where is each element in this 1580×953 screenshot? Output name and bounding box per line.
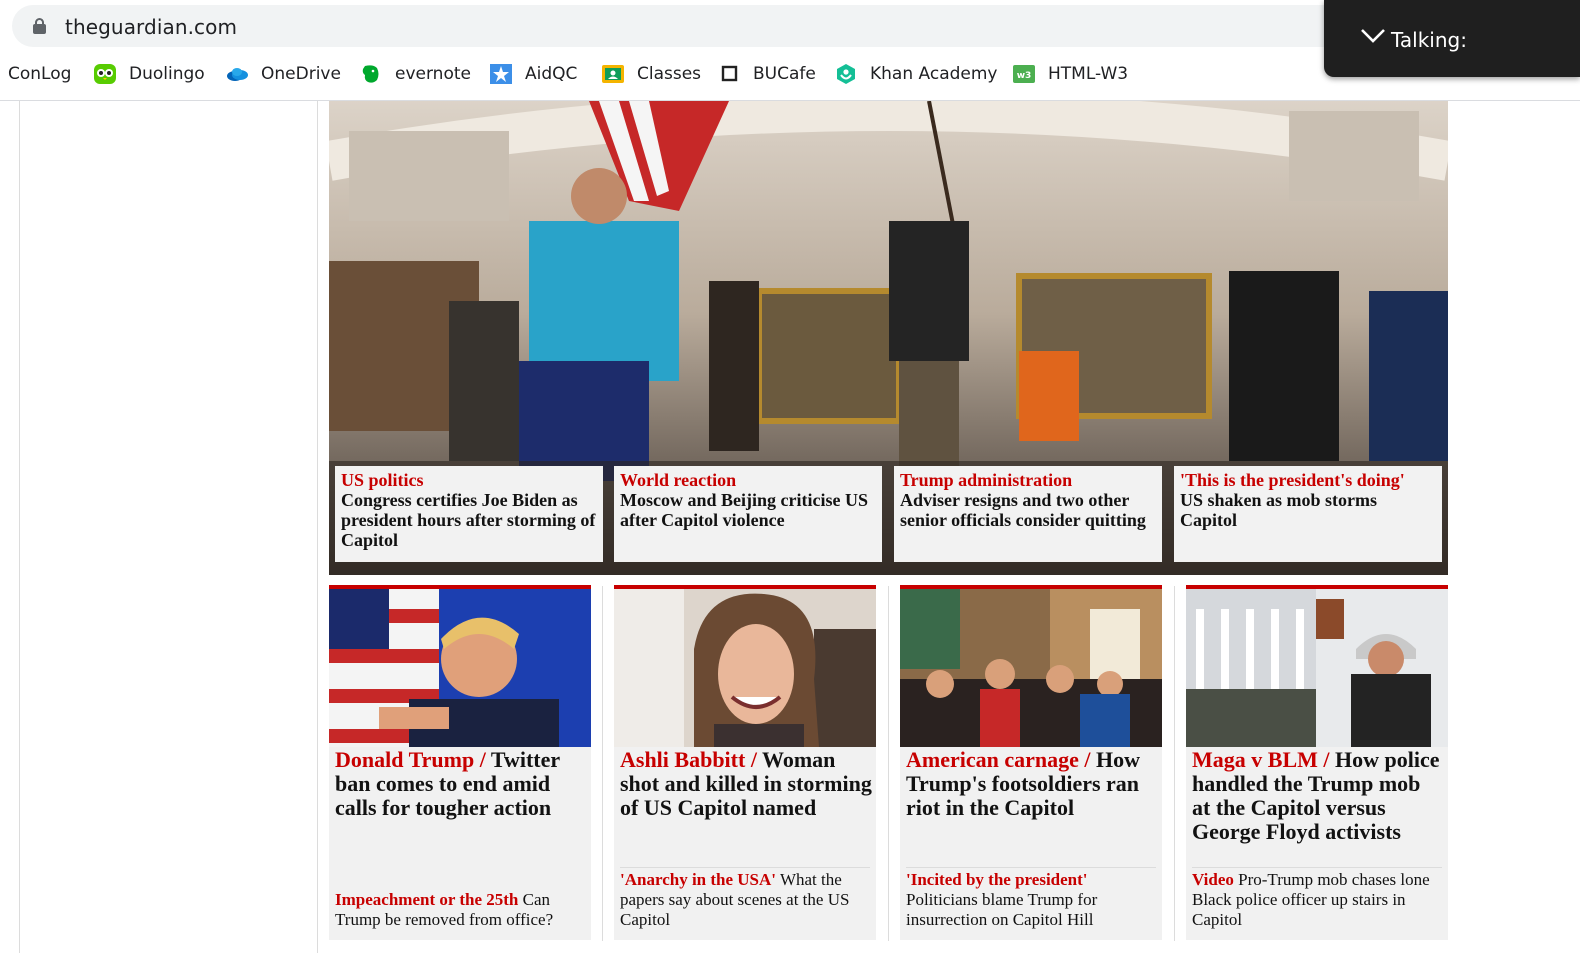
hero-card-kicker: Trump administration	[900, 470, 1073, 490]
story-photo[interactable]	[900, 589, 1162, 747]
story-card[interactable]: Maga v BLM / How police handled the Trum…	[1186, 585, 1448, 940]
hero-card-headline[interactable]: US shaken as mob storms Capitol	[1180, 490, 1436, 530]
sublink-kicker: 'Anarchy in the USA'	[620, 870, 777, 889]
left-rule	[19, 101, 20, 953]
hero-card[interactable]: 'This is the president's doing' US shake…	[1174, 466, 1442, 562]
story-kicker: Ashli Babbitt	[620, 747, 746, 772]
bookmark-label: evernote	[395, 64, 471, 84]
address-bar[interactable]: theguardian.com	[12, 5, 1352, 47]
hero-card[interactable]: World reaction Moscow and Beijing critic…	[614, 466, 882, 562]
evernote-elephant-icon	[359, 63, 383, 85]
bookmark-label: Khan Academy	[870, 64, 998, 84]
url-text[interactable]: theguardian.com	[65, 15, 237, 39]
talking-label: Talking:	[1391, 28, 1467, 52]
square-icon	[717, 63, 741, 85]
bookmark-label: HTML-W3	[1048, 64, 1129, 84]
sublink[interactable]: 'Incited by the president' Politicians bl…	[906, 870, 1160, 930]
sublink-rule	[906, 867, 1156, 868]
story-photo[interactable]	[614, 589, 876, 747]
bookmark-khan-academy[interactable]: Khan Academy	[834, 56, 997, 92]
bookmark-label: BUCafe	[753, 64, 816, 84]
story-photo[interactable]	[329, 589, 591, 747]
sublink-rule	[1192, 867, 1442, 868]
onedrive-cloud-icon	[225, 63, 249, 85]
story-card[interactable]: Donald Trump / Twitter ban comes to end …	[329, 585, 591, 940]
story-kicker: Maga v BLM	[1192, 747, 1318, 772]
bookmark-label: ConLog	[8, 64, 72, 84]
classroom-icon	[601, 63, 625, 85]
bookmark-duolingo[interactable]: Duolingo	[93, 56, 205, 92]
story-card[interactable]: Ashli Babbitt / Woman shot and killed in…	[614, 585, 876, 940]
w3schools-icon: w3	[1012, 63, 1036, 85]
hero-card-kicker: 'This is the president's doing'	[1180, 470, 1405, 490]
hero-card-kicker: World reaction	[620, 470, 737, 490]
bookmark-onedrive[interactable]: OneDrive	[225, 56, 341, 92]
hero-card-headline[interactable]: Adviser resigns and two other senior off…	[900, 490, 1156, 530]
hero-card-headline[interactable]: Moscow and Beijing criticise US after Ca…	[620, 490, 876, 530]
column-divider	[602, 586, 603, 941]
story-headline[interactable]: Donald Trump / Twitter ban comes to end …	[335, 748, 587, 820]
sublink[interactable]: Impeachment or the 25th Can Trump be rem…	[335, 890, 589, 930]
column-divider	[1174, 586, 1175, 941]
hero-card-headline[interactable]: Congress certifies Joe Biden as presiden…	[341, 490, 597, 550]
sublink[interactable]: Video Pro-Trump mob chases lone Black po…	[1192, 870, 1446, 930]
khan-academy-icon	[834, 63, 858, 85]
aidqc-icon	[489, 63, 513, 85]
story-card[interactable]: American carnage / How Trump's footsoldi…	[900, 585, 1162, 940]
story-kicker: Donald Trump	[335, 747, 475, 772]
sublink-rule	[620, 867, 870, 868]
bookmark-evernote[interactable]: evernote	[359, 56, 471, 92]
bookmark-classes[interactable]: Classes	[601, 56, 701, 92]
hero-card[interactable]: Trump administration Adviser resigns and…	[894, 466, 1162, 562]
sublink[interactable]: 'Anarchy in the USA' What the papers say…	[620, 870, 874, 930]
bookmark-label: Classes	[637, 64, 702, 84]
sublink-text: Politicians blame Trump for insurrection…	[906, 890, 1098, 929]
bookmark-label: AidQC	[525, 64, 578, 84]
sublink-kicker: Impeachment or the 25th	[335, 890, 519, 909]
bookmark-label: OneDrive	[261, 64, 341, 84]
story-photo[interactable]	[1186, 589, 1448, 747]
hero-card-kicker: US politics	[341, 470, 424, 490]
chevron-down-icon[interactable]	[1360, 28, 1386, 44]
hero-card[interactable]: US politics Congress certifies Joe Biden…	[335, 466, 603, 562]
talking-popup[interactable]: Talking:	[1324, 0, 1580, 77]
story-headline[interactable]: Maga v BLM / How police handled the Trum…	[1192, 748, 1444, 844]
story-kicker: American carnage	[906, 747, 1079, 772]
bookmark-html-w3[interactable]: w3 HTML-W3	[1012, 56, 1128, 92]
bookmark-conlog[interactable]: ConLog	[8, 56, 71, 92]
bookmark-aidqc[interactable]: AidQC	[489, 56, 577, 92]
sublink-kicker: 'Incited by the president'	[906, 870, 1088, 889]
sublink-kicker: Video	[1192, 870, 1234, 889]
story-headline[interactable]: American carnage / How Trump's footsoldi…	[906, 748, 1158, 820]
story-headline[interactable]: Ashli Babbitt / Woman shot and killed in…	[620, 748, 872, 820]
bookmark-bucafe[interactable]: BUCafe	[717, 56, 816, 92]
column-divider	[888, 586, 889, 941]
svg-text:w3: w3	[1017, 71, 1032, 81]
bookmark-label: Duolingo	[129, 64, 205, 84]
lock-icon[interactable]	[33, 18, 46, 34]
main-rule	[317, 101, 318, 953]
duolingo-owl-icon	[93, 63, 117, 85]
guardian-page: US politics Congress certifies Joe Biden…	[0, 101, 1580, 953]
